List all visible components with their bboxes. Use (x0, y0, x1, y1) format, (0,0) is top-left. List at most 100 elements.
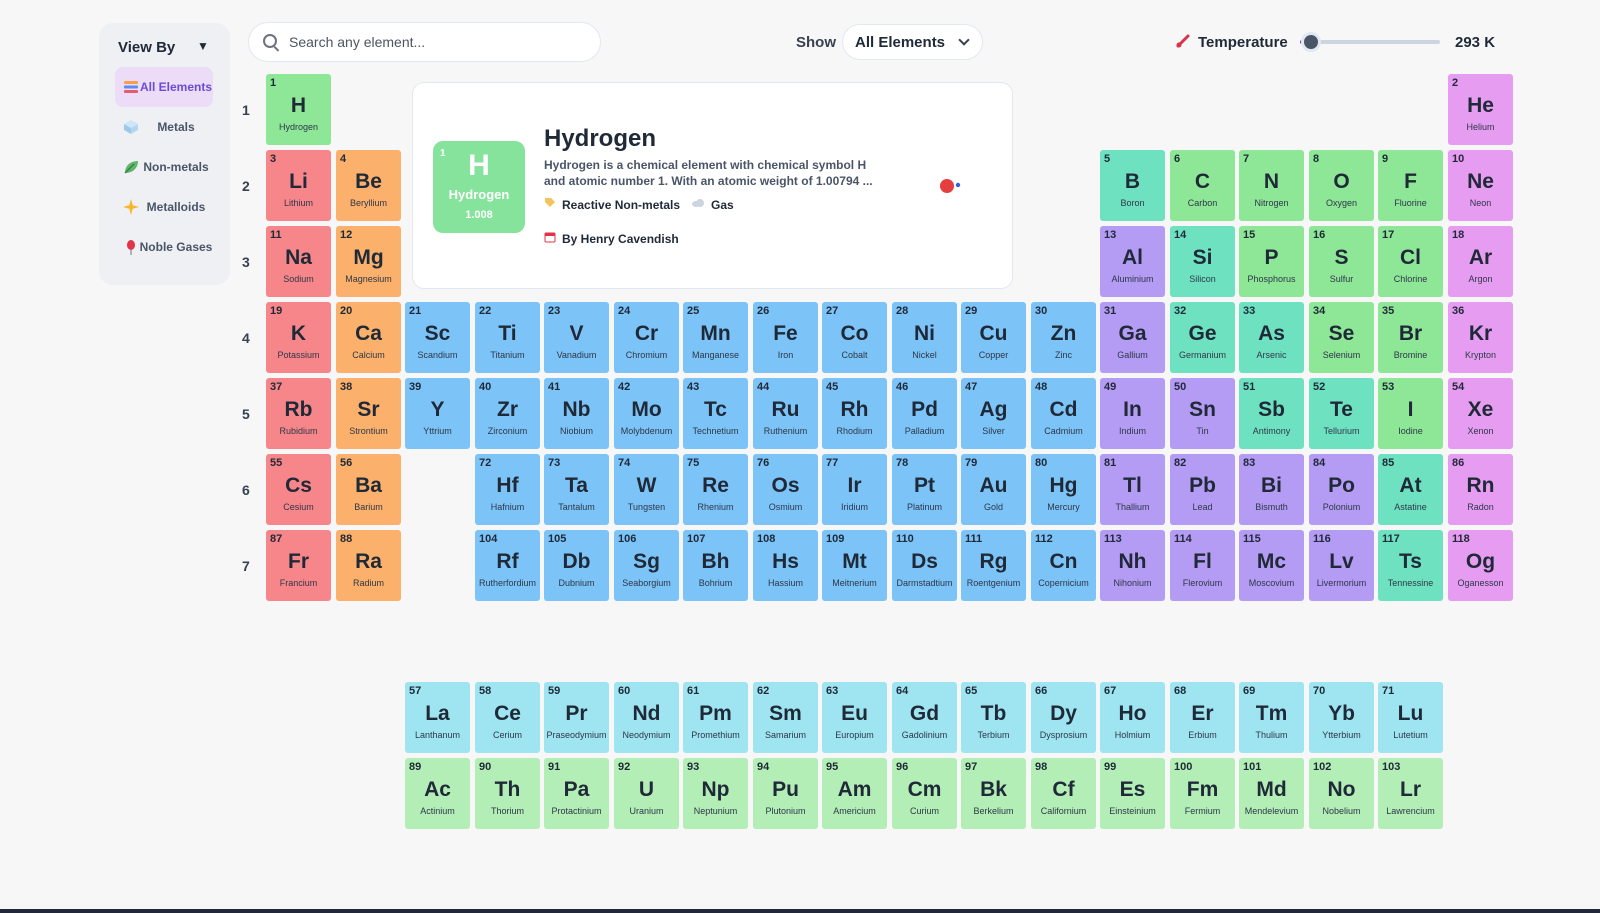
element-cell-cesium[interactable]: 55 Cs Cesium (266, 454, 331, 525)
element-cell-gallium[interactable]: 31 Ga Gallium (1100, 302, 1165, 373)
element-cell-krypton[interactable]: 36 Kr Krypton (1448, 302, 1513, 373)
element-cell-rhenium[interactable]: 75 Re Rhenium (683, 454, 748, 525)
element-cell-tantalum[interactable]: 73 Ta Tantalum (544, 454, 609, 525)
element-cell-mercury[interactable]: 80 Hg Mercury (1031, 454, 1096, 525)
element-cell-hafnium[interactable]: 72 Hf Hafnium (475, 454, 540, 525)
element-cell-zinc[interactable]: 30 Zn Zinc (1031, 302, 1096, 373)
element-cell-antimony[interactable]: 51 Sb Antimony (1239, 378, 1304, 449)
element-cell-flerovium[interactable]: 114 Fl Flerovium (1170, 530, 1235, 601)
element-cell-americium[interactable]: 95 Am Americium (822, 758, 887, 829)
element-cell-barium[interactable]: 56 Ba Barium (336, 454, 401, 525)
element-cell-lead[interactable]: 82 Pb Lead (1170, 454, 1235, 525)
element-cell-gold[interactable]: 79 Au Gold (961, 454, 1026, 525)
element-cell-beryllium[interactable]: 4 Be Beryllium (336, 150, 401, 221)
element-cell-tellurium[interactable]: 52 Te Tellurium (1309, 378, 1374, 449)
element-cell-zirconium[interactable]: 40 Zr Zirconium (475, 378, 540, 449)
temperature-slider[interactable] (1300, 32, 1440, 52)
element-cell-lawrencium[interactable]: 103 Lr Lawrencium (1378, 758, 1443, 829)
element-cell-roentgenium[interactable]: 111 Rg Roentgenium (961, 530, 1026, 601)
element-cell-neptunium[interactable]: 93 Np Neptunium (683, 758, 748, 829)
element-cell-scandium[interactable]: 21 Sc Scandium (405, 302, 470, 373)
element-cell-germanium[interactable]: 32 Ge Germanium (1170, 302, 1235, 373)
element-cell-bismuth[interactable]: 83 Bi Bismuth (1239, 454, 1304, 525)
element-cell-terbium[interactable]: 65 Tb Terbium (961, 682, 1026, 753)
element-cell-europium[interactable]: 63 Eu Europium (822, 682, 887, 753)
element-cell-californium[interactable]: 98 Cf Californium (1031, 758, 1096, 829)
element-cell-radon[interactable]: 86 Rn Radon (1448, 454, 1513, 525)
element-cell-argon[interactable]: 18 Ar Argon (1448, 226, 1513, 297)
element-cell-ruthenium[interactable]: 44 Ru Ruthenium (753, 378, 818, 449)
element-cell-praseodymium[interactable]: 59 Pr Praseodymium (544, 682, 609, 753)
element-cell-meitnerium[interactable]: 109 Mt Meitnerium (822, 530, 887, 601)
element-cell-chromium[interactable]: 24 Cr Chromium (614, 302, 679, 373)
element-cell-osmium[interactable]: 76 Os Osmium (753, 454, 818, 525)
element-cell-einsteinium[interactable]: 99 Es Einsteinium (1100, 758, 1165, 829)
element-cell-rubidium[interactable]: 37 Rb Rubidium (266, 378, 331, 449)
element-cell-rhodium[interactable]: 45 Rh Rhodium (822, 378, 887, 449)
element-cell-livermorium[interactable]: 116 Lv Livermorium (1309, 530, 1374, 601)
element-cell-sodium[interactable]: 11 Na Sodium (266, 226, 331, 297)
element-cell-tin[interactable]: 50 Sn Tin (1170, 378, 1235, 449)
element-cell-radium[interactable]: 88 Ra Radium (336, 530, 401, 601)
element-cell-niobium[interactable]: 41 Nb Niobium (544, 378, 609, 449)
element-cell-lithium[interactable]: 3 Li Lithium (266, 150, 331, 221)
element-cell-copper[interactable]: 29 Cu Copper (961, 302, 1026, 373)
element-cell-iridium[interactable]: 77 Ir Iridium (822, 454, 887, 525)
element-cell-indium[interactable]: 49 In Indium (1100, 378, 1165, 449)
element-cell-dubnium[interactable]: 105 Db Dubnium (544, 530, 609, 601)
element-cell-helium[interactable]: 2 He Helium (1448, 74, 1513, 145)
element-cell-tennessine[interactable]: 117 Ts Tennessine (1378, 530, 1443, 601)
sidebar-item-metals[interactable]: Metals (115, 107, 213, 147)
element-cell-hydrogen[interactable]: 1 H Hydrogen (266, 74, 331, 145)
element-cell-technetium[interactable]: 43 Tc Technetium (683, 378, 748, 449)
element-cell-fluorine[interactable]: 9 F Fluorine (1378, 150, 1443, 221)
element-cell-moscovium[interactable]: 115 Mc Moscovium (1239, 530, 1304, 601)
element-cell-cerium[interactable]: 58 Ce Cerium (475, 682, 540, 753)
element-cell-yttrium[interactable]: 39 Y Yttrium (405, 378, 470, 449)
element-cell-xenon[interactable]: 54 Xe Xenon (1448, 378, 1513, 449)
element-cell-phosphorus[interactable]: 15 P Phosphorus (1239, 226, 1304, 297)
element-cell-arsenic[interactable]: 33 As Arsenic (1239, 302, 1304, 373)
element-cell-platinum[interactable]: 78 Pt Platinum (892, 454, 957, 525)
element-cell-lanthanum[interactable]: 57 La Lanthanum (405, 682, 470, 753)
element-cell-astatine[interactable]: 85 At Astatine (1378, 454, 1443, 525)
element-cell-sulfur[interactable]: 16 S Sulfur (1309, 226, 1374, 297)
element-cell-berkelium[interactable]: 97 Bk Berkelium (961, 758, 1026, 829)
sidebar-item-non-metals[interactable]: Non-metals (115, 147, 213, 187)
element-cell-thorium[interactable]: 90 Th Thorium (475, 758, 540, 829)
element-cell-calcium[interactable]: 20 Ca Calcium (336, 302, 401, 373)
element-cell-chlorine[interactable]: 17 Cl Chlorine (1378, 226, 1443, 297)
element-cell-copernicium[interactable]: 112 Cn Copernicium (1031, 530, 1096, 601)
element-cell-promethium[interactable]: 61 Pm Promethium (683, 682, 748, 753)
element-cell-neon[interactable]: 10 Ne Neon (1448, 150, 1513, 221)
element-cell-nickel[interactable]: 28 Ni Nickel (892, 302, 957, 373)
sidebar-item-metalloids[interactable]: Metalloids (115, 187, 213, 227)
element-cell-hassium[interactable]: 108 Hs Hassium (753, 530, 818, 601)
temperature-slider-thumb[interactable] (1301, 32, 1321, 52)
element-cell-molybdenum[interactable]: 42 Mo Molybdenum (614, 378, 679, 449)
element-cell-vanadium[interactable]: 23 V Vanadium (544, 302, 609, 373)
element-cell-erbium[interactable]: 68 Er Erbium (1170, 682, 1235, 753)
element-cell-thulium[interactable]: 69 Tm Thulium (1239, 682, 1304, 753)
sidebar-item-noble-gases[interactable]: Noble Gases (115, 227, 213, 267)
element-cell-polonium[interactable]: 84 Po Polonium (1309, 454, 1374, 525)
element-cell-nitrogen[interactable]: 7 N Nitrogen (1239, 150, 1304, 221)
element-cell-mendelevium[interactable]: 101 Md Mendelevium (1239, 758, 1304, 829)
element-cell-thallium[interactable]: 81 Tl Thallium (1100, 454, 1165, 525)
element-cell-uranium[interactable]: 92 U Uranium (614, 758, 679, 829)
sidebar-item-all-elements[interactable]: All Elements (115, 67, 213, 107)
element-cell-iodine[interactable]: 53 I Iodine (1378, 378, 1443, 449)
search-input[interactable] (287, 33, 591, 51)
element-cell-ytterbium[interactable]: 70 Yb Ytterbium (1309, 682, 1374, 753)
element-cell-potassium[interactable]: 19 K Potassium (266, 302, 331, 373)
element-cell-boron[interactable]: 5 B Boron (1100, 150, 1165, 221)
element-cell-gadolinium[interactable]: 64 Gd Gadolinium (892, 682, 957, 753)
show-select[interactable]: All Elements (842, 24, 983, 60)
element-cell-nihonium[interactable]: 113 Nh Nihonium (1100, 530, 1165, 601)
element-cell-neodymium[interactable]: 60 Nd Neodymium (614, 682, 679, 753)
element-cell-samarium[interactable]: 62 Sm Samarium (753, 682, 818, 753)
element-cell-titanium[interactable]: 22 Ti Titanium (475, 302, 540, 373)
element-cell-rutherfordium[interactable]: 104 Rf Rutherfordium (475, 530, 540, 601)
element-cell-nobelium[interactable]: 102 No Nobelium (1309, 758, 1374, 829)
element-cell-selenium[interactable]: 34 Se Selenium (1309, 302, 1374, 373)
